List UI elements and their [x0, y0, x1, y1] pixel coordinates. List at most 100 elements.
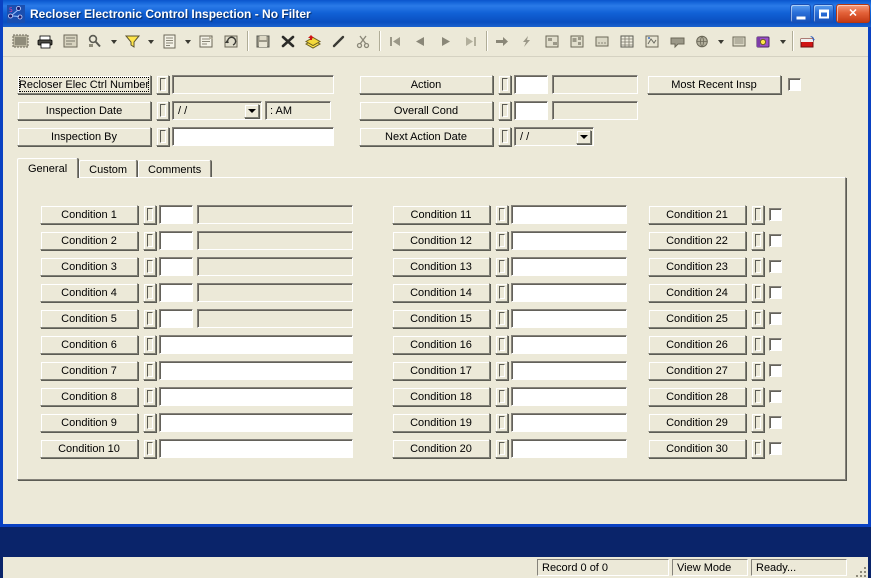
lookup-icon[interactable]	[143, 387, 156, 406]
condition-19-label-button[interactable]: Condition 19	[392, 413, 490, 432]
condition-2-label-button[interactable]: Condition 2	[40, 231, 138, 250]
condition-20-label-button[interactable]: Condition 20	[392, 439, 490, 458]
condition-28-checkbox[interactable]	[769, 390, 782, 403]
condition-30-checkbox[interactable]	[769, 442, 782, 455]
hierarchy-icon[interactable]	[540, 30, 564, 53]
inspection-date-combo[interactable]: / /	[172, 101, 262, 120]
select-all-icon[interactable]	[8, 30, 32, 53]
lookup-icon[interactable]	[751, 283, 764, 302]
comment-icon[interactable]	[665, 30, 689, 53]
condition-25-checkbox[interactable]	[769, 312, 782, 325]
lightning-icon[interactable]	[515, 30, 539, 53]
lookup-icon[interactable]	[751, 309, 764, 328]
filter-icon[interactable]	[120, 30, 144, 53]
lookup-icon[interactable]	[143, 361, 156, 380]
condition-5-label-button[interactable]: Condition 5	[40, 309, 138, 328]
lookup-icon[interactable]	[143, 439, 156, 458]
lookup-icon[interactable]	[751, 231, 764, 250]
condition-2-code-field[interactable]	[159, 231, 193, 250]
edit-icon[interactable]	[326, 30, 350, 53]
layers-icon[interactable]	[301, 30, 325, 53]
action-code-field[interactable]	[514, 75, 548, 94]
condition-23-checkbox[interactable]	[769, 260, 782, 273]
condition-12-text-field[interactable]	[511, 231, 627, 250]
condition-26-checkbox[interactable]	[769, 338, 782, 351]
refresh-icon[interactable]	[219, 30, 243, 53]
lookup-icon[interactable]	[143, 283, 156, 302]
lookup-icon[interactable]	[495, 309, 508, 328]
lookup-icon[interactable]	[143, 257, 156, 276]
next-action-date-combo[interactable]: / /	[514, 127, 594, 146]
export-icon[interactable]	[796, 30, 820, 53]
properties-icon[interactable]	[194, 30, 218, 53]
lookup-icon[interactable]	[156, 127, 169, 146]
lookup-icon[interactable]	[143, 413, 156, 432]
title-bar[interactable]: 5 Recloser Electronic Control Inspection…	[3, 0, 871, 27]
inspection-date-label-button[interactable]: Inspection Date	[17, 101, 151, 120]
lookup-icon[interactable]	[495, 231, 508, 250]
condition-28-label-button[interactable]: Condition 28	[648, 387, 746, 406]
condition-24-checkbox[interactable]	[769, 286, 782, 299]
condition-4-code-field[interactable]	[159, 283, 193, 302]
globe-dropdown-arrow[interactable]	[715, 30, 727, 53]
next-record-icon[interactable]	[433, 30, 457, 53]
condition-4-label-button[interactable]: Condition 4	[40, 283, 138, 302]
table-icon[interactable]	[615, 30, 639, 53]
condition-26-label-button[interactable]: Condition 26	[648, 335, 746, 354]
condition-27-label-button[interactable]: Condition 27	[648, 361, 746, 380]
condition-13-label-button[interactable]: Condition 13	[392, 257, 490, 276]
lookup-icon[interactable]	[751, 257, 764, 276]
tab-general[interactable]: General	[17, 158, 79, 178]
condition-27-checkbox[interactable]	[769, 364, 782, 377]
lookup-icon[interactable]	[143, 309, 156, 328]
condition-19-text-field[interactable]	[511, 413, 627, 432]
lookup-icon[interactable]	[495, 439, 508, 458]
condition-7-label-button[interactable]: Condition 7	[40, 361, 138, 380]
grid-icon[interactable]	[590, 30, 614, 53]
lookup-icon[interactable]	[495, 413, 508, 432]
condition-21-label-button[interactable]: Condition 21	[648, 205, 746, 224]
condition-25-label-button[interactable]: Condition 25	[648, 309, 746, 328]
lookup-icon[interactable]	[143, 205, 156, 224]
structure-icon[interactable]	[565, 30, 589, 53]
action-label-button[interactable]: Action	[359, 75, 493, 94]
lookup-icon[interactable]	[498, 127, 511, 146]
goto-icon[interactable]	[490, 30, 514, 53]
condition-18-label-button[interactable]: Condition 18	[392, 387, 490, 406]
chevron-down-icon[interactable]	[244, 104, 259, 118]
lookup-icon[interactable]	[495, 257, 508, 276]
condition-22-checkbox[interactable]	[769, 234, 782, 247]
close-button[interactable]: ✕	[836, 4, 870, 23]
condition-7-text-field[interactable]	[159, 361, 353, 380]
inspection-time-field[interactable]: : AM	[265, 101, 331, 120]
book-icon[interactable]	[752, 30, 776, 53]
condition-24-label-button[interactable]: Condition 24	[648, 283, 746, 302]
overall-cond-label-button[interactable]: Overall Cond	[359, 101, 493, 120]
tab-comments[interactable]: Comments	[138, 160, 212, 178]
condition-8-label-button[interactable]: Condition 8	[40, 387, 138, 406]
lookup-icon[interactable]	[498, 75, 511, 94]
condition-10-label-button[interactable]: Condition 10	[40, 439, 138, 458]
condition-9-label-button[interactable]: Condition 9	[40, 413, 138, 432]
inspection-by-field[interactable]	[172, 127, 334, 146]
print-preview-icon[interactable]	[58, 30, 82, 53]
map-icon[interactable]	[640, 30, 664, 53]
condition-22-label-button[interactable]: Condition 22	[648, 231, 746, 250]
keyboard-icon[interactable]	[727, 30, 751, 53]
next-action-date-label-button[interactable]: Next Action Date	[359, 127, 493, 146]
lookup-icon[interactable]	[495, 335, 508, 354]
lookup-icon[interactable]	[751, 387, 764, 406]
report-dropdown-arrow[interactable]	[182, 30, 194, 53]
condition-14-text-field[interactable]	[511, 283, 627, 302]
lookup-icon[interactable]	[751, 335, 764, 354]
condition-13-text-field[interactable]	[511, 257, 627, 276]
lookup-icon[interactable]	[751, 361, 764, 380]
lookup-icon[interactable]	[751, 205, 764, 224]
condition-11-text-field[interactable]	[511, 205, 627, 224]
print-icon[interactable]	[33, 30, 57, 53]
condition-1-label-button[interactable]: Condition 1	[40, 205, 138, 224]
inspection-by-label-button[interactable]: Inspection By	[17, 127, 151, 146]
first-record-icon[interactable]	[383, 30, 407, 53]
recloser-elec-ctrl-number-field[interactable]	[172, 75, 334, 94]
condition-12-label-button[interactable]: Condition 12	[392, 231, 490, 250]
